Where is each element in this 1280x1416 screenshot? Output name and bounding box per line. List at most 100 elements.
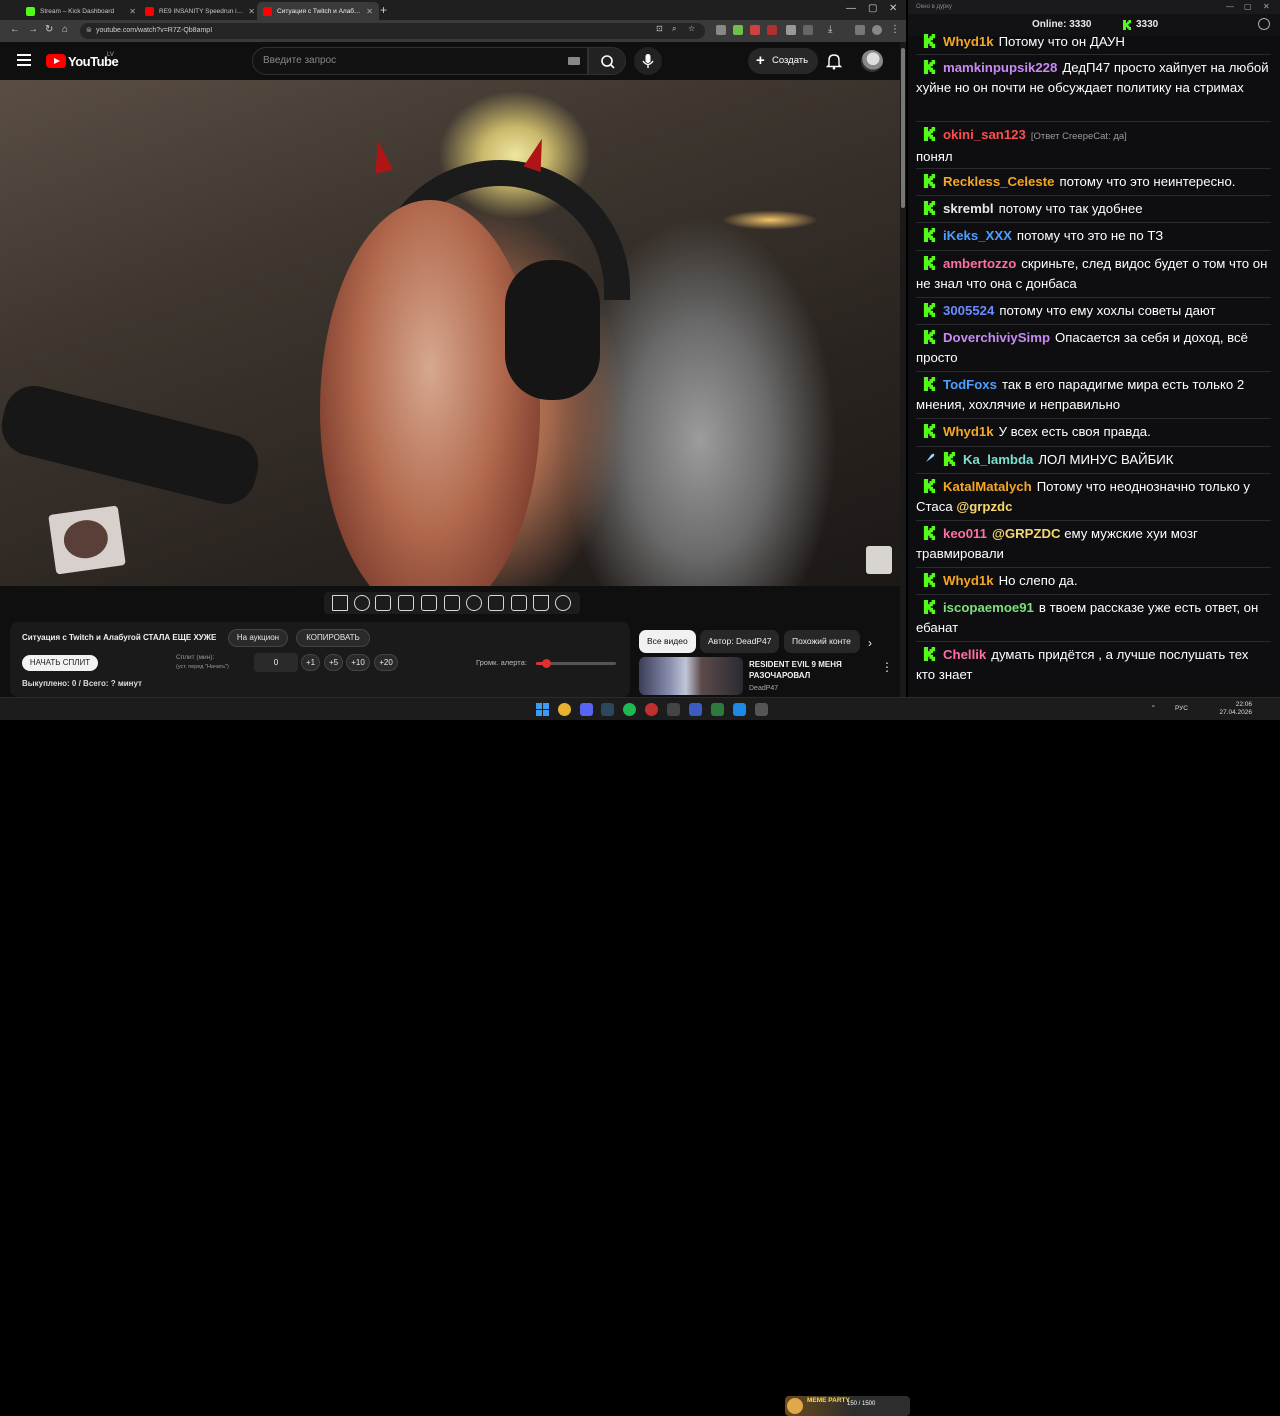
extension-icon[interactable] [716, 25, 726, 35]
volume-knob[interactable] [541, 659, 551, 668]
add-box-icon[interactable] [488, 595, 504, 611]
chat-username[interactable]: Whyd1k [943, 424, 994, 439]
chat-username[interactable]: mamkinpupsik228 [943, 60, 1057, 75]
chrome-icon[interactable] [558, 703, 571, 716]
voice-search-button[interactable] [634, 47, 662, 75]
tab-close-icon[interactable]: ✕ [366, 7, 373, 16]
extension-icon[interactable] [733, 25, 743, 35]
input-language[interactable]: РУС [1175, 705, 1188, 712]
chip-similar[interactable]: Похожий конте [784, 630, 860, 653]
gear-icon[interactable] [555, 595, 571, 611]
copy-button[interactable]: КОПИРОВАТЬ [296, 629, 370, 647]
tab-close-icon[interactable]: ✕ [129, 7, 136, 16]
home-icon[interactable]: ⌂ [62, 24, 68, 35]
forward-icon[interactable]: → [28, 24, 38, 35]
audio-icon[interactable] [354, 595, 370, 611]
add-20-button[interactable]: +20 [374, 654, 398, 671]
tab-kick-dashboard[interactable]: Stream – Kick Dashboard ✕ [20, 2, 142, 20]
chat-username[interactable]: keo011 [943, 526, 987, 541]
gear-icon[interactable] [1258, 18, 1270, 30]
recommended-video-thumbnail[interactable] [639, 657, 743, 695]
recommended-video-author[interactable]: DeadP47 [749, 685, 778, 692]
extension-icon[interactable] [855, 25, 865, 35]
chat-username[interactable]: Whyd1k [943, 34, 994, 49]
spotify-icon[interactable] [623, 703, 636, 716]
reload-icon[interactable]: ↻ [45, 24, 53, 35]
minimize-icon[interactable]: — [1226, 0, 1234, 14]
profile-icon[interactable] [872, 25, 882, 35]
windows-start-icon[interactable] [536, 703, 549, 716]
pip-icon[interactable] [421, 595, 437, 611]
clapper-icon[interactable] [398, 595, 414, 611]
create-button[interactable]: + Создать [748, 48, 818, 74]
chevron-right-icon[interactable]: › [868, 636, 872, 650]
tab-current-video[interactable]: Ситуация с Twitch и Алабугой ✕ [257, 2, 379, 20]
clock[interactable]: 22:06 27.04.2026 [1219, 701, 1252, 717]
extensions-puzzle-icon[interactable] [803, 25, 813, 35]
install-app-icon[interactable]: ⊡ [656, 24, 663, 33]
tab-re9-speedrun[interactable]: RE9 INSANITY Speedrun in 9:3 ✕ [139, 2, 261, 20]
chat-username[interactable]: iKeks_XXX [943, 228, 1012, 243]
chat-username[interactable]: iscopaemoe91 [943, 600, 1034, 615]
chip-all-videos[interactable]: Все видео [639, 630, 696, 653]
menu-icon[interactable] [17, 54, 31, 66]
loop-icon[interactable] [332, 595, 348, 611]
extension-icon[interactable] [767, 25, 777, 35]
add-10-button[interactable]: +10 [346, 654, 370, 671]
new-tab-icon[interactable]: + [380, 3, 387, 17]
steam-icon[interactable] [601, 703, 614, 716]
avatar[interactable] [861, 50, 883, 72]
zoom-icon[interactable]: ⌕ [672, 24, 676, 34]
chat-mention[interactable]: @GRPZDC [992, 526, 1064, 541]
download-icon[interactable]: ⤓ [828, 24, 832, 35]
app-icon[interactable] [711, 703, 724, 716]
chat-username[interactable]: TodFoxs [943, 377, 997, 392]
chat-username[interactable]: skrembl [943, 201, 994, 216]
notifications-button[interactable] [824, 51, 844, 71]
chat-username[interactable]: ambertozzo [943, 256, 1016, 271]
chat-username[interactable]: okini_san123 [943, 127, 1026, 142]
alert-volume-slider[interactable] [536, 659, 616, 668]
speed-icon[interactable] [466, 595, 482, 611]
obs-icon[interactable] [645, 703, 658, 716]
minimize-icon[interactable]: — [846, 3, 856, 14]
chat-username[interactable]: Reckless_Celeste [943, 174, 1054, 189]
add-5-button[interactable]: +5 [324, 654, 343, 671]
bookmark-star-icon[interactable]: ☆ [688, 24, 695, 33]
chat-username[interactable]: 3005524 [943, 303, 994, 318]
reply-reference[interactable]: [Ответ CreepeCat: да] [1031, 131, 1127, 142]
maximize-icon[interactable]: ▢ [1244, 0, 1252, 14]
chat-username[interactable]: KatalMatalych [943, 479, 1032, 494]
app-icon[interactable] [755, 703, 768, 716]
add-1-button[interactable]: +1 [301, 654, 320, 671]
flask-icon[interactable] [533, 595, 549, 611]
search-button[interactable] [588, 47, 626, 75]
page-scrollbar-thumb[interactable] [901, 48, 905, 208]
tab-close-icon[interactable]: ✕ [248, 7, 255, 16]
keyboard-icon[interactable] [568, 57, 580, 65]
meme-party-widget[interactable]: MEME PARTY 150 / 1500 [785, 1396, 910, 1416]
more-options-icon[interactable]: ⋮ [881, 660, 893, 674]
youtube-logo-icon[interactable] [46, 54, 66, 68]
extension-icon[interactable] [786, 25, 796, 35]
chat-username[interactable]: DoverchiviySimp [943, 330, 1050, 345]
camera-icon[interactable] [511, 595, 527, 611]
chip-author[interactable]: Автор: DeadP47 [700, 630, 780, 653]
chat-mention[interactable]: @grpzdc [953, 499, 1012, 514]
search-input[interactable]: Введите запрос [252, 47, 588, 75]
start-split-button[interactable]: НАЧАТЬ СПЛИТ [22, 655, 98, 671]
maximize-icon[interactable]: ▢ [868, 3, 877, 14]
extension-icon[interactable] [750, 25, 760, 35]
chat-username[interactable]: Ka_lambda [963, 452, 1033, 467]
close-window-icon[interactable]: ✕ [1263, 0, 1270, 14]
app-icon[interactable] [667, 703, 680, 716]
chat-username[interactable]: Whyd1k [943, 573, 994, 588]
media-player-icon[interactable] [689, 703, 702, 716]
film-icon[interactable] [444, 595, 460, 611]
browser-menu-icon[interactable]: ⋮ [890, 24, 900, 35]
back-icon[interactable]: ← [10, 24, 20, 35]
close-window-icon[interactable]: ✕ [889, 3, 897, 14]
screenshot-icon[interactable] [375, 595, 391, 611]
chat-username[interactable]: Chellik [943, 647, 986, 662]
telegram-icon[interactable] [733, 703, 746, 716]
